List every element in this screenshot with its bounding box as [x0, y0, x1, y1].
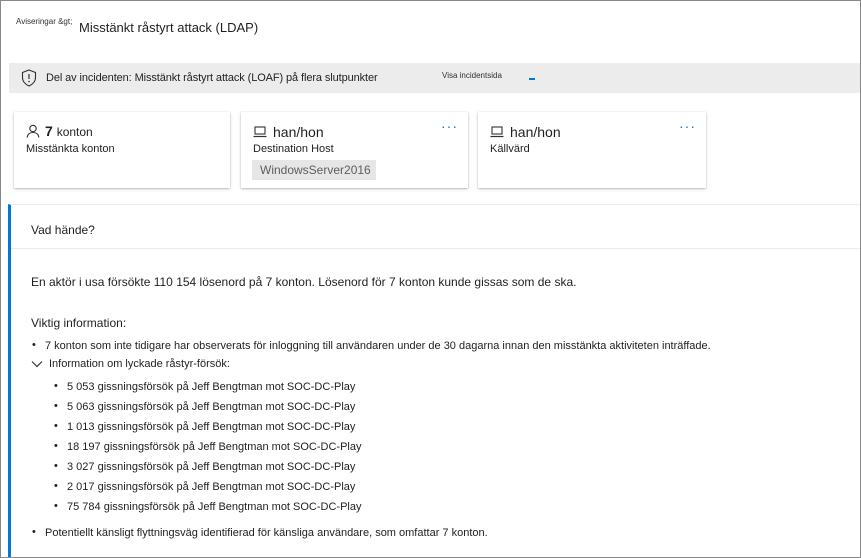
card-label: Källvärd	[490, 143, 530, 155]
source-host-card[interactable]: han/hon ··· Källvärd	[478, 112, 706, 188]
list-item: 7 konton som inte tidigare har observera…	[32, 339, 711, 352]
what-happened-panel: Vad hände? En aktör i usa försökte 110 1…	[8, 204, 860, 557]
chevron-down-icon	[31, 361, 43, 368]
success-attempts-expander[interactable]: Information om lyckade råstyr-försök:	[31, 358, 230, 370]
laptop-icon	[253, 126, 267, 138]
list-item: 2 017 gissningsförsök på Jeff Bengtman m…	[54, 480, 355, 493]
list-item: 3 027 gissningsförsök på Jeff Bengtman m…	[54, 460, 355, 473]
link-indicator	[529, 78, 535, 80]
accounts-count-unit: konton	[56, 125, 93, 139]
shield-icon	[21, 69, 37, 87]
host-tag[interactable]: WindowsServer2016	[252, 160, 376, 180]
breadcrumb[interactable]: Aviseringar &gt;	[16, 17, 72, 26]
laptop-icon	[490, 126, 504, 138]
more-options-button[interactable]: ···	[441, 118, 458, 134]
host-value: han/hon	[273, 124, 324, 140]
list-item: 5 063 gissningsförsök på Jeff Bengtman m…	[54, 400, 355, 413]
person-icon	[26, 124, 40, 138]
incident-banner-text: Del av incidenten: Misstänkt råstyrt att…	[46, 72, 378, 84]
host-value: han/hon	[510, 124, 561, 140]
expander-label: Information om lyckade råstyr-försök:	[49, 358, 230, 370]
card-label: Misstänkta konton	[26, 143, 115, 155]
summary-text: En aktör i usa försökte 110 154 lösenord…	[31, 275, 577, 289]
accounts-count-value: 7	[45, 123, 53, 139]
more-options-button[interactable]: ···	[679, 118, 696, 134]
list-item: 1 013 gissningsförsök på Jeff Bengtman m…	[54, 420, 355, 433]
list-item: 18 197 gissningsförsök på Jeff Bengtman …	[54, 440, 361, 453]
destination-host-card[interactable]: han/hon ··· Destination Host WindowsServ…	[241, 112, 468, 188]
view-incident-link[interactable]: Visa incidentsida	[442, 71, 502, 80]
panel-heading: Vad hände?	[31, 223, 95, 237]
alert-page: Aviseringar &gt; Misstänkt råstyrt attac…	[0, 0, 861, 558]
card-label: Destination Host	[253, 143, 334, 155]
page-title: Misstänkt råstyrt attack (LDAP)	[79, 20, 259, 35]
incident-banner: Del av incidenten: Misstänkt råstyrt att…	[9, 63, 860, 93]
suspicious-accounts-card[interactable]: 7 konton Misstänkta konton	[14, 112, 230, 188]
list-item: 5 053 gissningsförsök på Jeff Bengtman m…	[54, 380, 355, 393]
list-item: Potentiellt känsligt flyttningsväg ident…	[32, 526, 488, 539]
list-item: 75 784 gissningsförsök på Jeff Bengtman …	[54, 500, 361, 513]
page-header: Aviseringar &gt; Misstänkt råstyrt attac…	[1, 1, 860, 57]
accounts-count: 7 konton	[45, 123, 93, 139]
panel-header: Vad hände?	[11, 205, 860, 249]
key-info-label: Viktig information:	[31, 316, 127, 330]
